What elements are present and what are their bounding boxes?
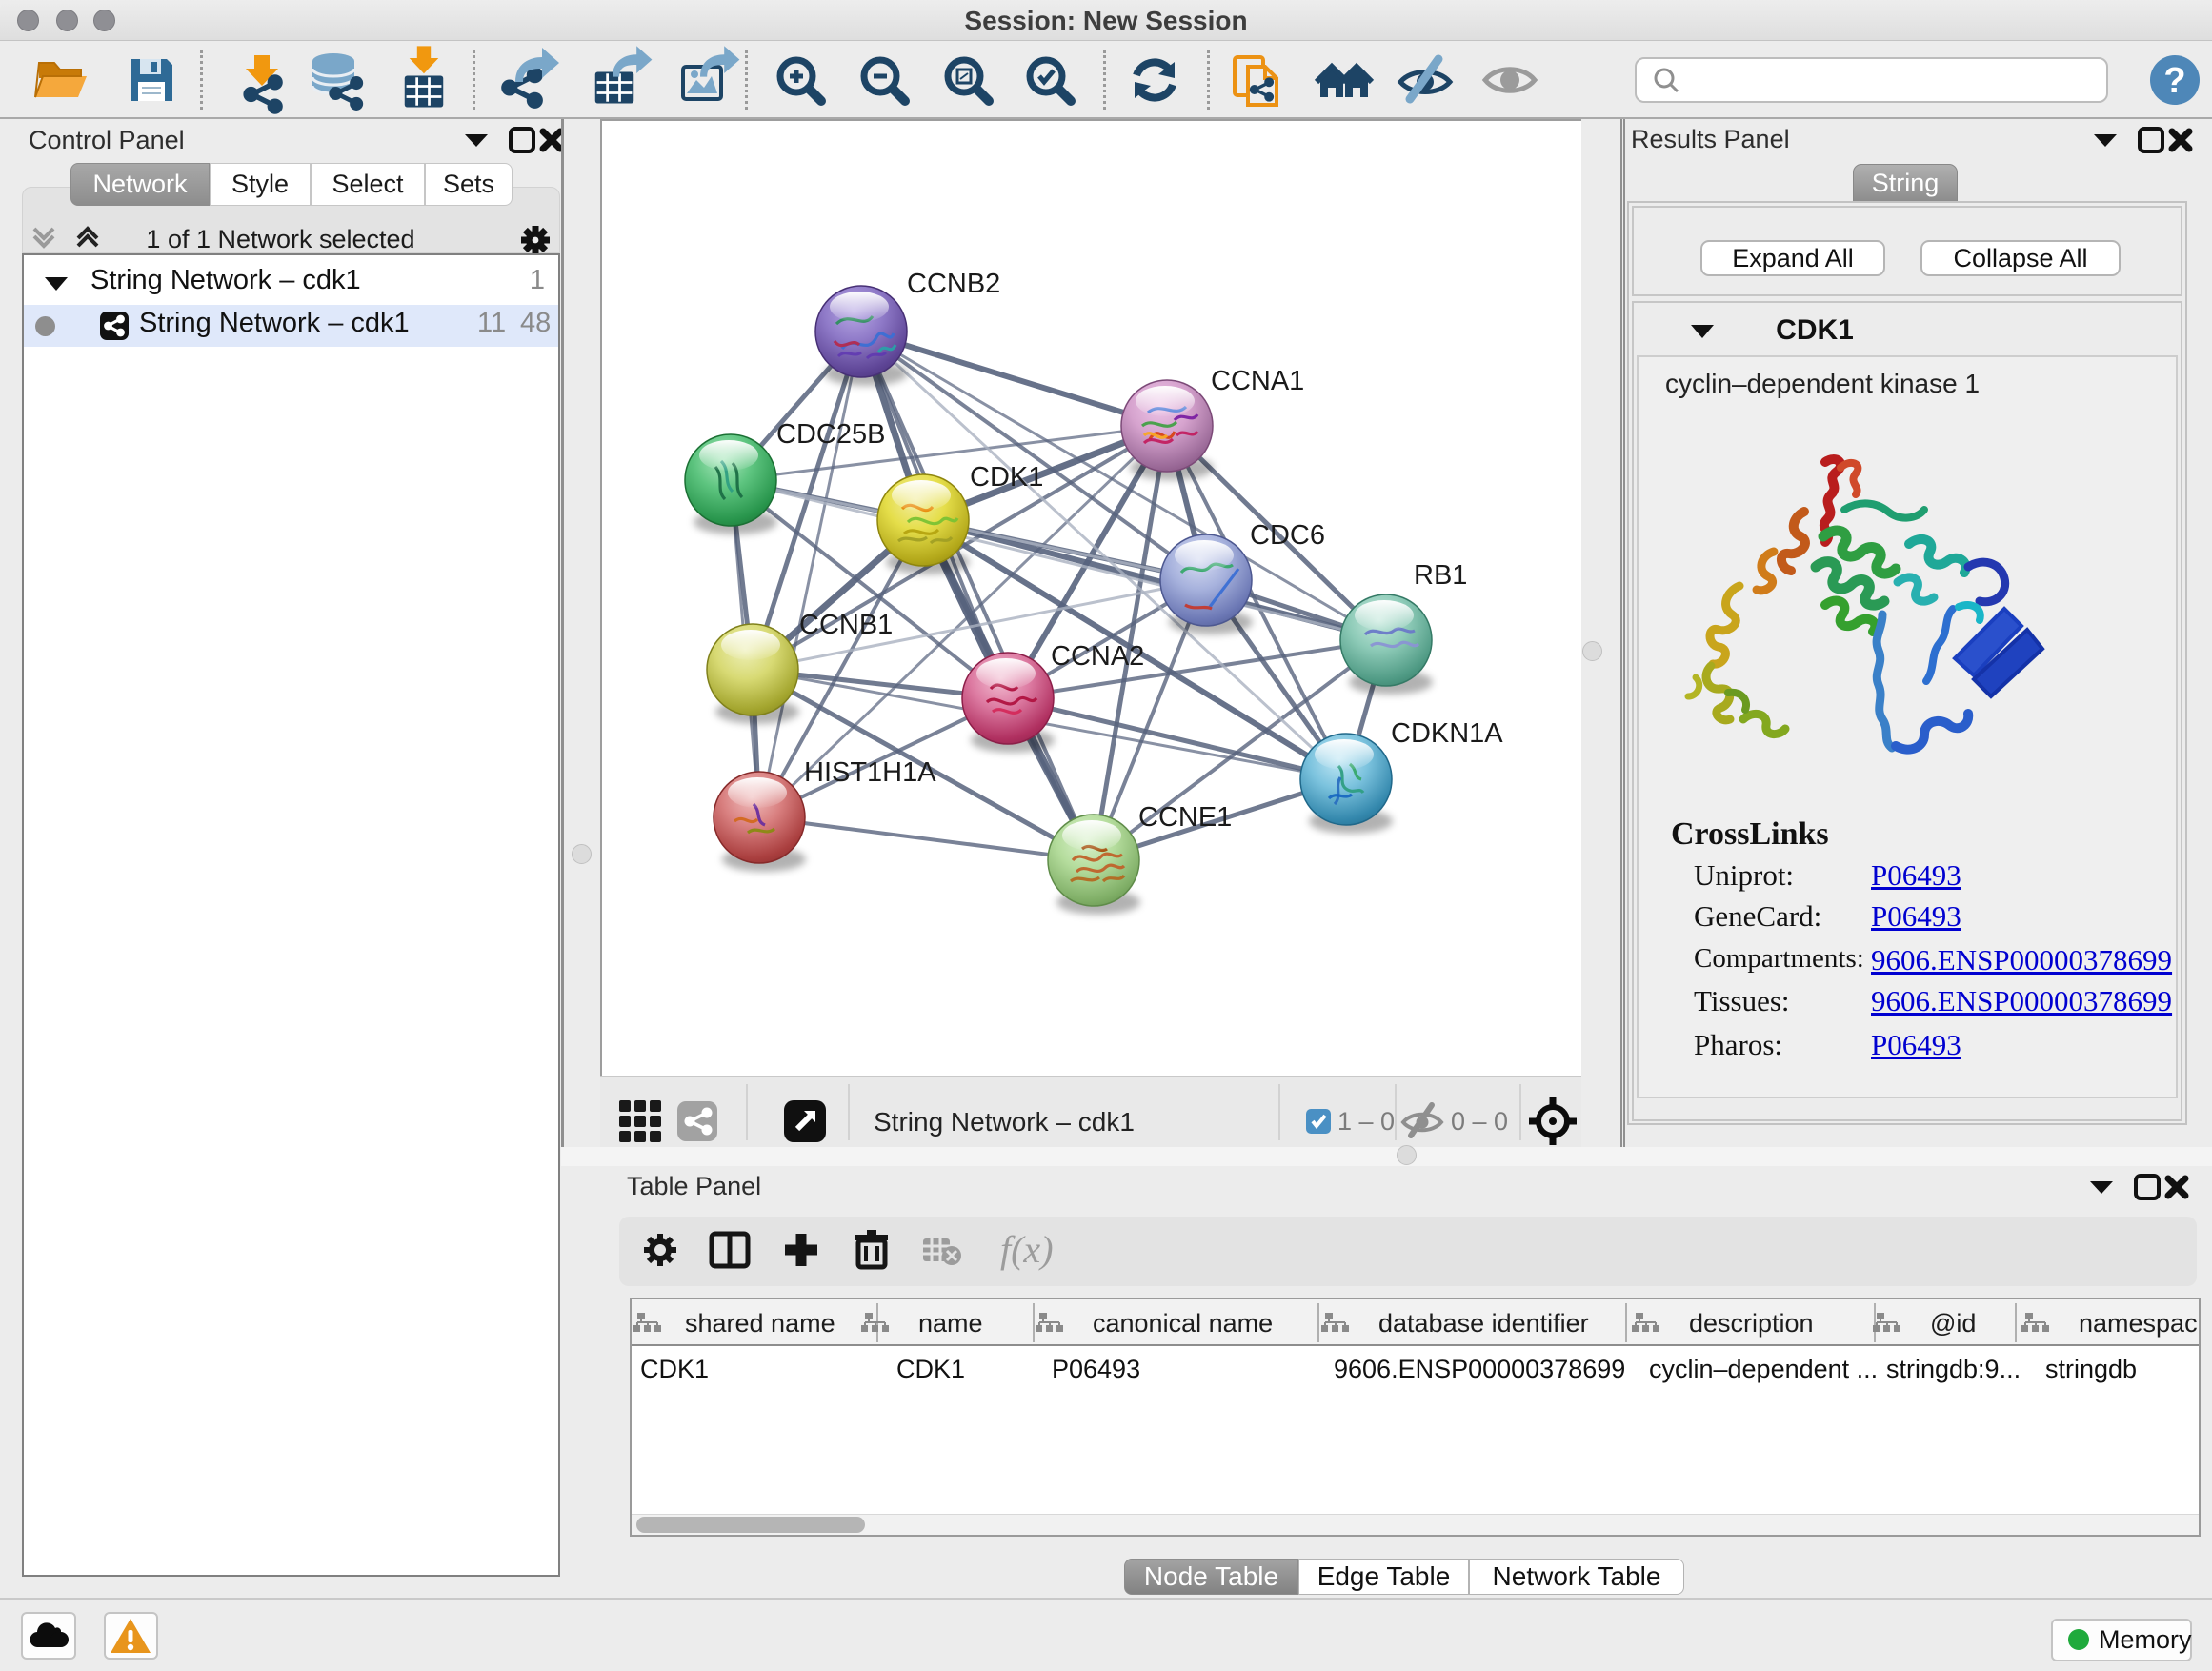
svg-text:CDC6: CDC6 [1250,520,1325,551]
svg-text:canonical name: canonical name [1093,1309,1273,1338]
svg-text:name: name [918,1309,983,1338]
svg-text:0 – 0: 0 – 0 [1451,1107,1508,1136]
svg-text:HIST1H1A: HIST1H1A [804,757,936,788]
svg-text:CCNA1: CCNA1 [1211,366,1304,396]
svg-text:RB1: RB1 [1414,560,1467,591]
svg-text:CCNB2: CCNB2 [907,269,1000,299]
svg-text:CCNA2: CCNA2 [1051,641,1144,672]
svg-text:@id: @id [1930,1309,1976,1338]
svg-text:shared name: shared name [685,1309,835,1338]
svg-text:description: description [1689,1309,1814,1338]
svg-text:f(x): f(x) [1000,1228,1054,1271]
svg-text:String Network – cdk1: String Network – cdk1 [874,1107,1135,1137]
svg-text:CDKN1A: CDKN1A [1391,718,1503,749]
svg-text:namespac: namespac [2079,1309,2198,1338]
svg-text:1 – 0: 1 – 0 [1337,1107,1395,1136]
svg-text:CDK1: CDK1 [970,462,1043,493]
svg-text:CDC25B: CDC25B [776,419,885,450]
svg-text:CCNE1: CCNE1 [1138,802,1232,833]
svg-text:?: ? [2163,61,2185,101]
svg-text:CCNB1: CCNB1 [799,610,893,640]
svg-text:database identifier: database identifier [1378,1309,1589,1338]
